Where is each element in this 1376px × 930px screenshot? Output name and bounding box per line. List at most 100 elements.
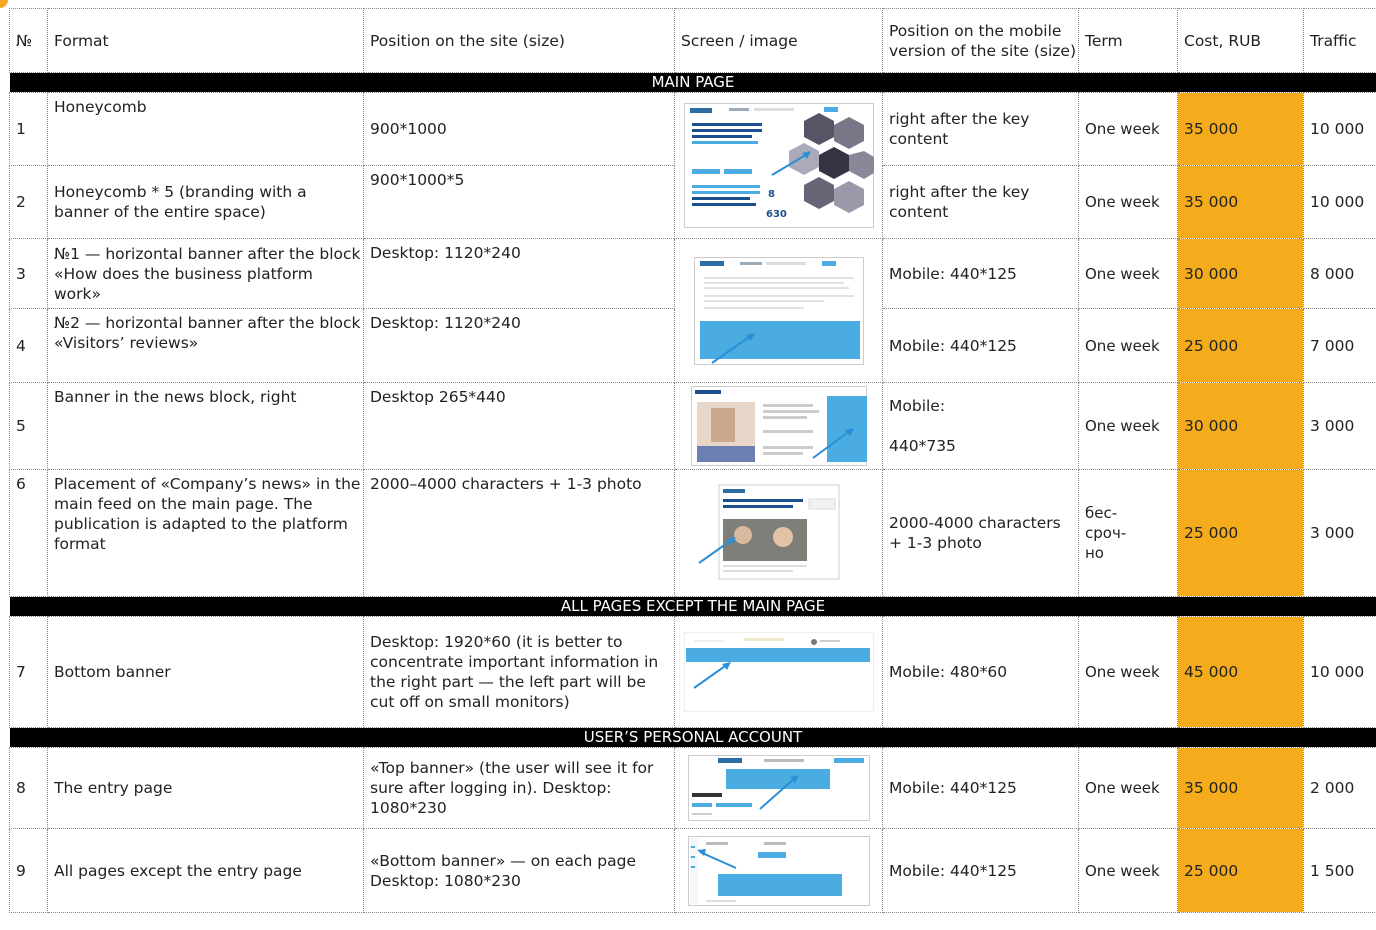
row-position: «Top banner» (the user will see it for s… (363, 747, 675, 829)
row-mobile: Mobile: 440*125 (882, 238, 1079, 309)
row-mobile: Mobile: 440*125 (882, 828, 1079, 913)
row-position: Desktop: 1120*240 (363, 238, 675, 309)
thumbnail-entry-page (687, 755, 870, 821)
row-cost: 35 000 (1177, 92, 1304, 166)
row-format: Bottom banner (47, 616, 364, 728)
row-traffic: 1 500 (1303, 828, 1376, 913)
row-format: Placement of «Company’s news» in the mai… (47, 469, 364, 597)
row-mobile-label: Mobile: (889, 397, 946, 415)
header-position: Position on the site (size) (363, 8, 675, 73)
row-number: 9 (9, 828, 48, 913)
row-cost: 30 000 (1177, 238, 1304, 309)
row-traffic: 2 000 (1303, 747, 1376, 829)
row-mobile: right after the key content (882, 165, 1079, 239)
table-row: 3 №1 — horizontal banner after the block… (9, 238, 1376, 383)
row-term: One week (1078, 382, 1178, 470)
thumbnail-bottom-banner-page (683, 632, 874, 712)
row-traffic: 10 000 (1303, 616, 1376, 728)
row-number: 1 (9, 92, 48, 166)
corner-accent (0, 0, 8, 8)
row-format: №2 — horizontal banner after the block «… (47, 308, 364, 383)
header-number: № (9, 8, 48, 73)
row-term: One week (1078, 165, 1178, 239)
header-term: Term (1078, 8, 1178, 73)
row-number: 6 (9, 469, 48, 597)
row-position: Desktop: 1120*240 (363, 308, 675, 383)
row-term: One week (1078, 747, 1178, 829)
row-number: 7 (9, 616, 48, 728)
row-position: Desktop: 1920*60 (it is better to concen… (363, 616, 675, 728)
thumbnail-horizontal-banner-page (693, 256, 864, 365)
row-number: 8 (9, 747, 48, 829)
row-format: All pages except the entry page (47, 828, 364, 913)
header-row: № Format Position on the site (size) Scr… (9, 8, 1376, 73)
row-mobile: Mobile: 480*60 (882, 616, 1079, 728)
row-mobile: Mobile: 440*125 (882, 308, 1079, 383)
row-format: Honeycomb * 5 (branding with a banner of… (47, 165, 364, 239)
section-personal-account: USER’S PERSONAL ACCOUNT (9, 727, 1376, 748)
row-cost: 45 000 (1177, 616, 1304, 728)
table-row: 7 Bottom banner Desktop: 1920*60 (it is … (9, 616, 1376, 728)
screenshot-horizontal-banner (674, 238, 883, 383)
row-format: The entry page (47, 747, 364, 829)
row-cost: 25 000 (1177, 469, 1304, 597)
row-traffic: 10 000 (1303, 92, 1376, 166)
table-row: 6 Placement of «Company’s news» in the m… (9, 469, 1376, 597)
row-traffic: 7 000 (1303, 308, 1376, 383)
row-position: 2000–4000 characters + 1-3 photo (363, 469, 675, 597)
row-term: One week (1078, 828, 1178, 913)
row-term: One week (1078, 308, 1178, 383)
row-traffic: 8 000 (1303, 238, 1376, 309)
row-cost: 35 000 (1177, 165, 1304, 239)
thumbnail-news-block-page (690, 386, 867, 466)
row-position: Desktop 265*440 (363, 382, 675, 470)
row-format: Honeycomb (47, 92, 364, 166)
row-format: №1 — horizontal banner after the block «… (47, 238, 364, 309)
row-cost: 30 000 (1177, 382, 1304, 470)
header-cost: Cost, RUB (1177, 8, 1304, 73)
row-number: 2 (9, 165, 48, 239)
section-main-page: MAIN PAGE (9, 72, 1376, 93)
row-number: 4 (9, 308, 48, 383)
ad-pricing-table: № Format Position on the site (size) Scr… (9, 8, 1376, 913)
screenshot-news-block (674, 382, 883, 470)
row-term: One week (1078, 616, 1178, 728)
screenshot-company-news (674, 469, 883, 597)
table-row: 9 All pages except the entry page «Botto… (9, 828, 1376, 913)
row-mobile-size: 440*735 (889, 437, 956, 455)
section-title: USER’S PERSONAL ACCOUNT (9, 727, 1376, 748)
row-cost: 25 000 (1177, 308, 1304, 383)
row-term: бес-сроч-но (1078, 469, 1178, 597)
row-term: One week (1078, 92, 1178, 166)
thumbnail-company-news-page (697, 484, 839, 580)
section-title: ALL PAGES EXCEPT THE MAIN PAGE (9, 596, 1376, 617)
row-position: «Bottom banner» — on each page Desktop: … (363, 828, 675, 913)
table-row: 5 Banner in the news block, right Deskto… (9, 382, 1376, 470)
row-cost: 35 000 (1177, 747, 1304, 829)
row-mobile: right after the key content (882, 92, 1079, 166)
header-format: Format (47, 8, 364, 73)
row-traffic: 3 000 (1303, 382, 1376, 470)
row-traffic: 10 000 (1303, 165, 1376, 239)
thumbnail-all-pages (687, 835, 870, 906)
screenshot-entry-page (674, 747, 883, 829)
screenshot-honeycomb: 8 630 (674, 92, 883, 239)
row-mobile: 2000-4000 characters + 1-3 photo (882, 469, 1079, 597)
row-term: One week (1078, 238, 1178, 309)
row-position: 900*1000 (363, 92, 675, 166)
row-cost: 25 000 (1177, 828, 1304, 913)
section-all-pages: ALL PAGES EXCEPT THE MAIN PAGE (9, 596, 1376, 617)
row-mobile: Mobile: 440*735 (882, 382, 1079, 470)
svg-text:630: 630 (766, 209, 787, 220)
screenshot-bottom-banner (674, 616, 883, 728)
table-row: 1 Honeycomb 900*1000 8 630 right after t… (9, 92, 1376, 239)
thumbnail-honeycomb-page: 8 630 (683, 103, 874, 228)
header-mobile: Position on the mobile version of the si… (882, 8, 1079, 73)
header-screen: Screen / image (674, 8, 883, 73)
table-row: 8 The entry page «Top banner» (the user … (9, 747, 1376, 829)
row-position: 900*1000*5 (363, 165, 675, 239)
row-mobile: Mobile: 440*125 (882, 747, 1079, 829)
row-number: 5 (9, 382, 48, 470)
row-format: Banner in the news block, right (47, 382, 364, 470)
row-traffic: 3 000 (1303, 469, 1376, 597)
